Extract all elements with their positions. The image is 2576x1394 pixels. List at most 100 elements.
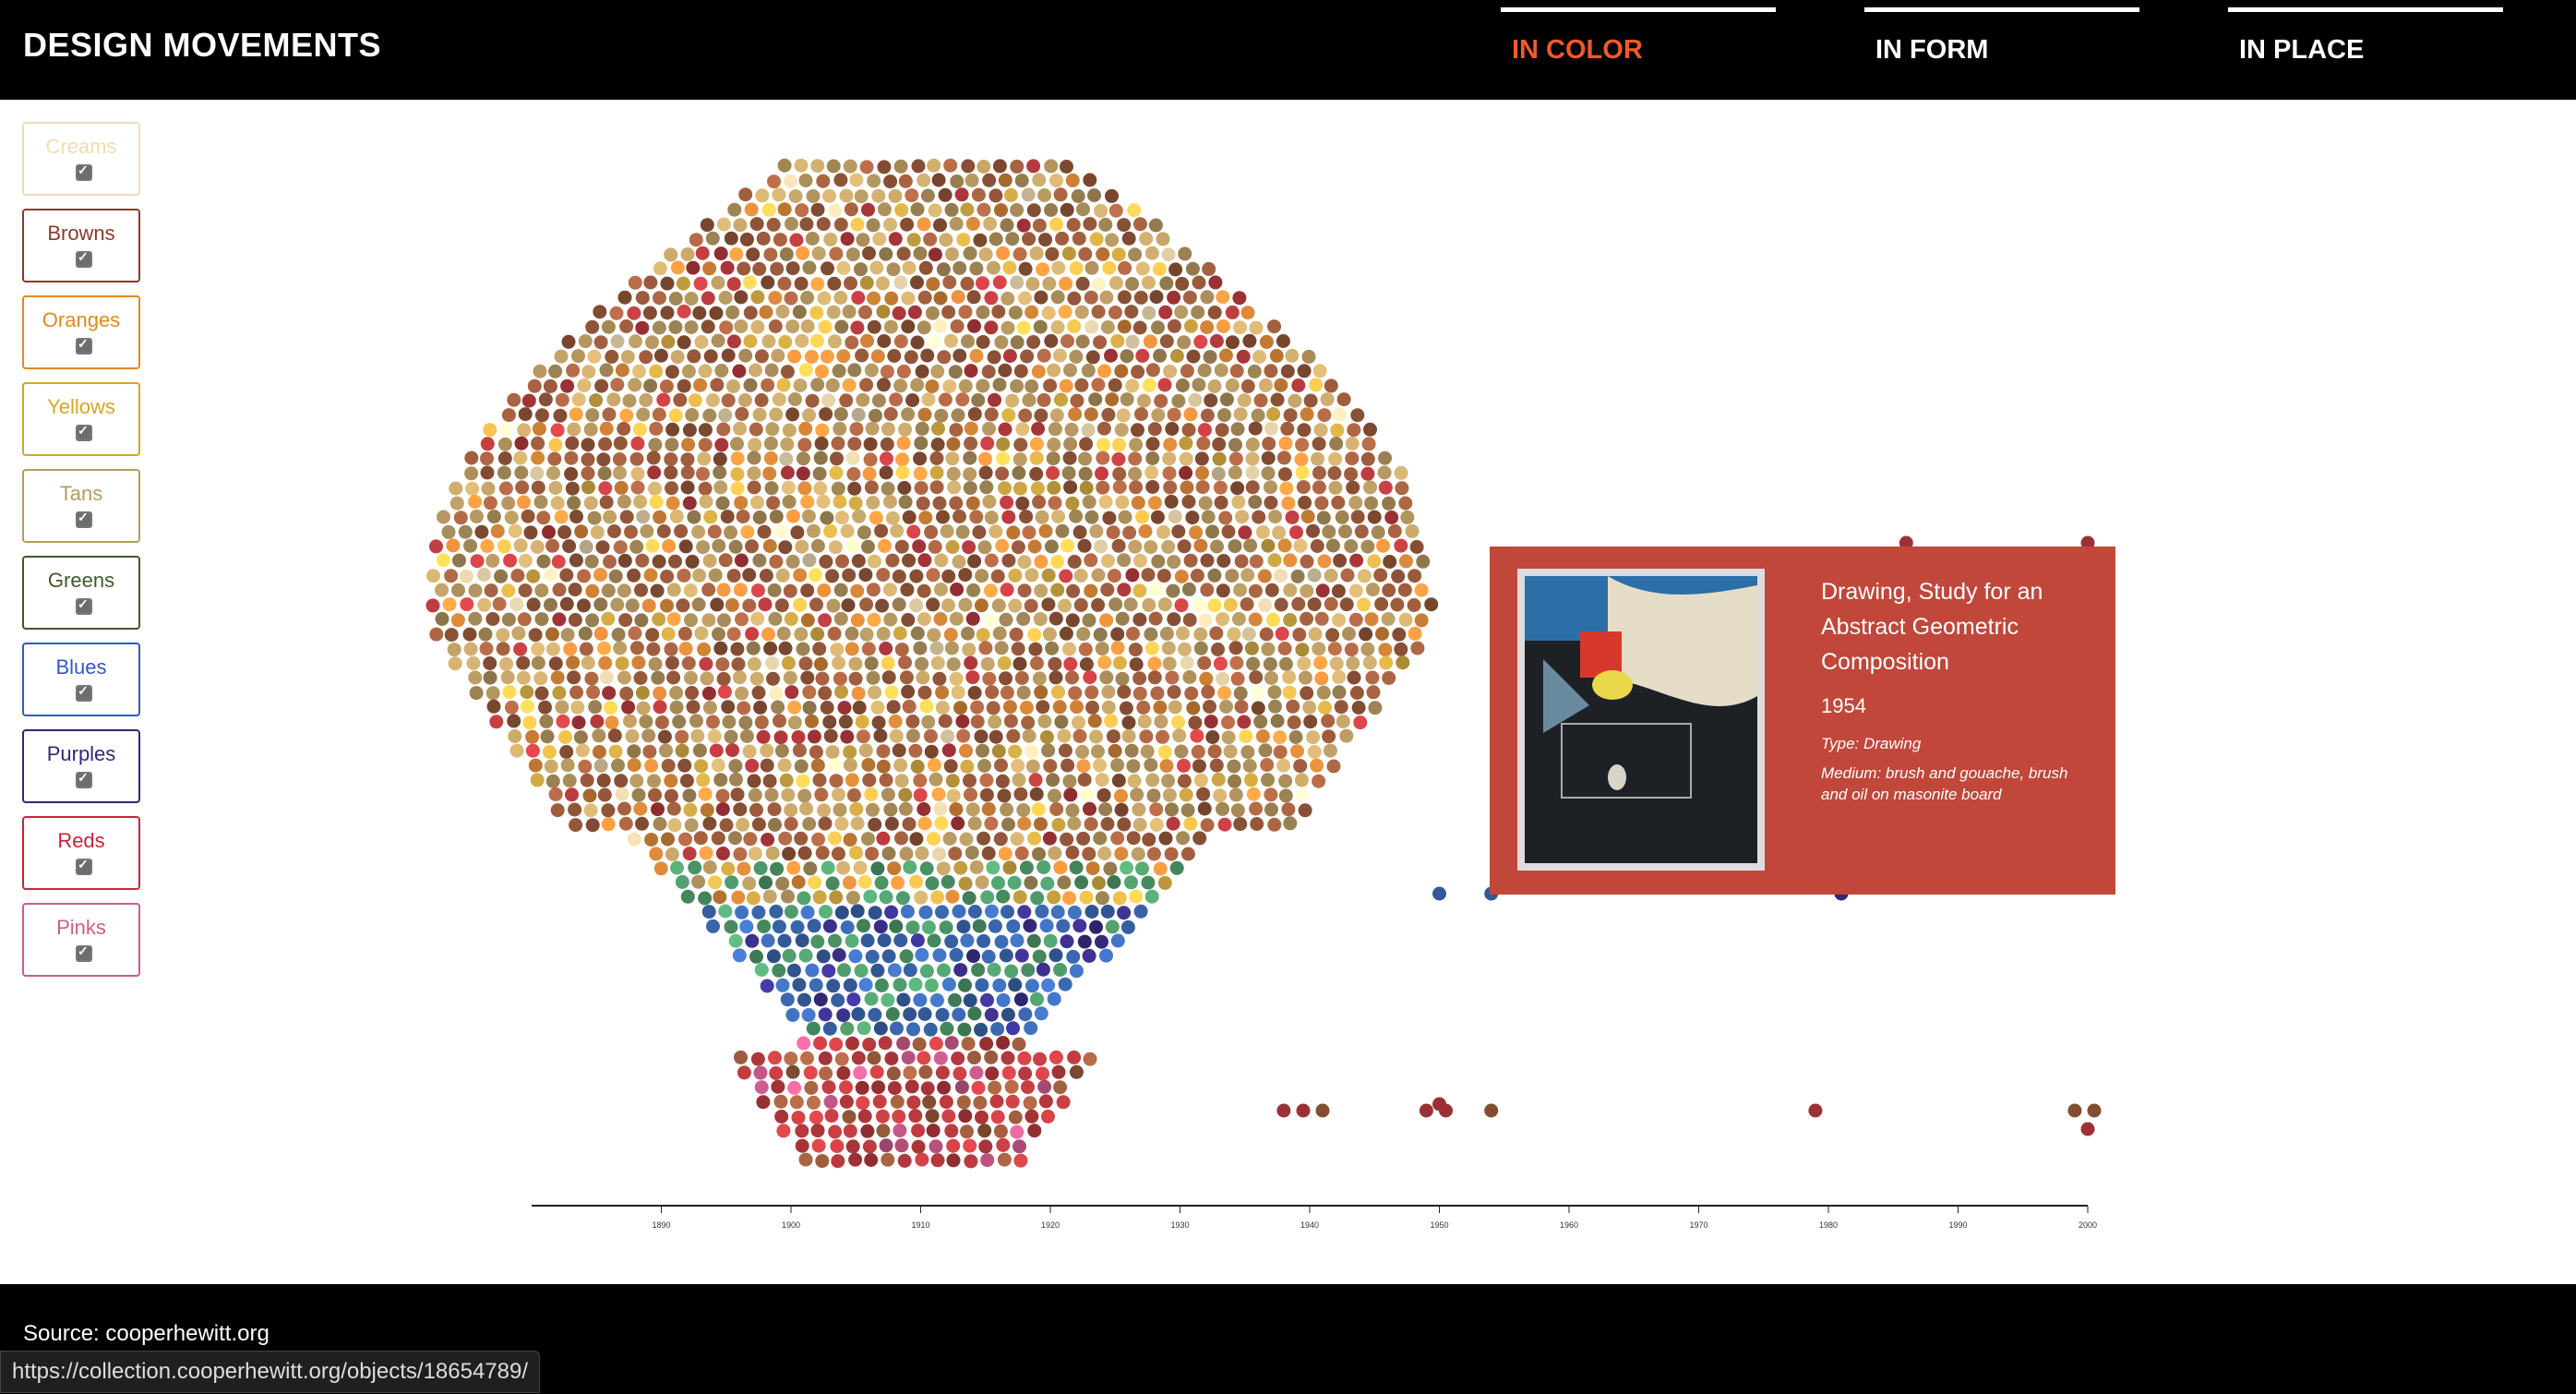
- artwork-dot[interactable]: [645, 335, 659, 350]
- artwork-dot[interactable]: [532, 421, 546, 436]
- artwork-dot[interactable]: [1032, 495, 1047, 510]
- artwork-dot[interactable]: [881, 787, 895, 802]
- artwork-dot[interactable]: [870, 963, 885, 978]
- artwork-dot[interactable]: [485, 612, 500, 626]
- artwork-dot[interactable]: [1244, 773, 1258, 787]
- artwork-dot[interactable]: [1293, 759, 1308, 774]
- artwork-dot[interactable]: [1344, 467, 1359, 482]
- artwork-dot[interactable]: [1300, 611, 1313, 626]
- artwork-dot[interactable]: [852, 509, 867, 523]
- artwork-dot[interactable]: [1060, 334, 1074, 348]
- artwork-dot[interactable]: [1314, 611, 1329, 626]
- artwork-dot[interactable]: [834, 1052, 849, 1066]
- artwork-dot[interactable]: [531, 642, 545, 656]
- artwork-dot[interactable]: [950, 583, 965, 596]
- artwork-dot[interactable]: [636, 701, 651, 715]
- artwork-dot[interactable]: [761, 334, 776, 349]
- artwork-dot[interactable]: [526, 597, 541, 612]
- artwork-dot[interactable]: [711, 831, 725, 846]
- artwork-dot[interactable]: [1229, 364, 1244, 379]
- artwork-dot[interactable]: [945, 246, 959, 261]
- artwork-dot[interactable]: [1067, 1050, 1082, 1064]
- artwork-dot[interactable]: [1174, 598, 1189, 613]
- artwork-dot[interactable]: [684, 292, 699, 306]
- artwork-dot[interactable]: [653, 261, 667, 276]
- artwork-dot[interactable]: [1188, 715, 1203, 730]
- artwork-dot[interactable]: [1078, 642, 1093, 656]
- artwork-dot[interactable]: [840, 232, 855, 246]
- artwork-dot[interactable]: [460, 597, 474, 612]
- artwork-dot[interactable]: [774, 743, 789, 758]
- artwork-dot[interactable]: [1062, 451, 1077, 465]
- artwork-dot[interactable]: [805, 714, 819, 728]
- artwork-dot[interactable]: [991, 305, 1006, 319]
- artwork-dot[interactable]: [927, 335, 941, 350]
- artwork-dot[interactable]: [1117, 817, 1132, 832]
- artwork-dot[interactable]: [869, 408, 882, 423]
- artwork-dot[interactable]: [1111, 247, 1126, 262]
- artwork-dot[interactable]: [601, 817, 616, 832]
- artwork-dot[interactable]: [617, 670, 631, 685]
- artwork-dot[interactable]: [866, 670, 881, 685]
- artwork-dot[interactable]: [642, 744, 657, 759]
- artwork-dot[interactable]: [1002, 260, 1017, 275]
- artwork-dot[interactable]: [1063, 363, 1077, 378]
- artwork-dot[interactable]: [1012, 246, 1027, 261]
- artwork-dot[interactable]: [680, 247, 695, 261]
- artwork-dot[interactable]: [782, 423, 797, 438]
- artwork-dot[interactable]: [981, 846, 996, 860]
- artwork-dot[interactable]: [912, 539, 927, 554]
- artwork-dot[interactable]: [932, 847, 946, 861]
- artwork-dot[interactable]: [1018, 1066, 1033, 1081]
- artwork-dot[interactable]: [910, 202, 925, 217]
- artwork-dot[interactable]: [984, 816, 999, 831]
- artwork-dot[interactable]: [1314, 496, 1329, 511]
- artwork-dot[interactable]: [534, 583, 549, 598]
- artwork-dot[interactable]: [909, 874, 923, 889]
- artwork-dot[interactable]: [656, 524, 671, 538]
- artwork-dot[interactable]: [466, 655, 481, 670]
- artwork-dot[interactable]: [1218, 348, 1233, 363]
- artwork-dot[interactable]: [660, 570, 675, 583]
- artwork-dot[interactable]: [846, 467, 861, 481]
- artwork-dot[interactable]: [767, 583, 782, 597]
- artwork-dot[interactable]: [892, 306, 906, 320]
- artwork-dot[interactable]: [976, 276, 989, 291]
- artwork-dot[interactable]: [1074, 305, 1089, 319]
- artwork-dot[interactable]: [984, 407, 999, 422]
- artwork-dot[interactable]: [1267, 319, 1281, 334]
- artwork-dot[interactable]: [525, 743, 540, 758]
- artwork-dot[interactable]: [550, 496, 565, 511]
- artwork-dot[interactable]: [709, 743, 724, 758]
- artwork-dot[interactable]: [786, 860, 801, 875]
- artwork-dot[interactable]: [1183, 318, 1198, 333]
- artwork-dot[interactable]: [991, 744, 1006, 759]
- artwork-dot[interactable]: [978, 1139, 993, 1154]
- artwork-dot[interactable]: [875, 276, 890, 291]
- artwork-dot[interactable]: [996, 1036, 1011, 1050]
- artwork-dot[interactable]: [1099, 290, 1114, 305]
- artwork-dot[interactable]: [665, 481, 678, 496]
- artwork-dot[interactable]: [1167, 685, 1181, 700]
- artwork-dot[interactable]: [817, 291, 832, 306]
- artwork-dot[interactable]: [1159, 276, 1174, 291]
- artwork-dot[interactable]: [1408, 626, 1422, 641]
- artwork-dot[interactable]: [1098, 495, 1113, 510]
- artwork-dot[interactable]: [485, 553, 500, 568]
- artwork-dot[interactable]: [526, 569, 541, 583]
- artwork-dot[interactable]: [791, 1111, 806, 1125]
- artwork-dot[interactable]: [1095, 773, 1109, 787]
- artwork-dot[interactable]: [829, 246, 844, 261]
- artwork-dot[interactable]: [800, 495, 815, 510]
- artwork-dot[interactable]: [908, 977, 923, 991]
- artwork-dot[interactable]: [1192, 831, 1207, 846]
- artwork-dot[interactable]: [502, 685, 517, 699]
- artwork-dot[interactable]: [995, 466, 1010, 481]
- artwork-dot[interactable]: [1117, 583, 1132, 597]
- artwork-dot[interactable]: [1236, 349, 1251, 364]
- artwork-dot[interactable]: [867, 554, 881, 569]
- artwork-dot[interactable]: [953, 510, 966, 523]
- artwork-dot[interactable]: [784, 803, 798, 817]
- artwork-dot[interactable]: [800, 1051, 814, 1065]
- artwork-dot[interactable]: [1306, 730, 1321, 745]
